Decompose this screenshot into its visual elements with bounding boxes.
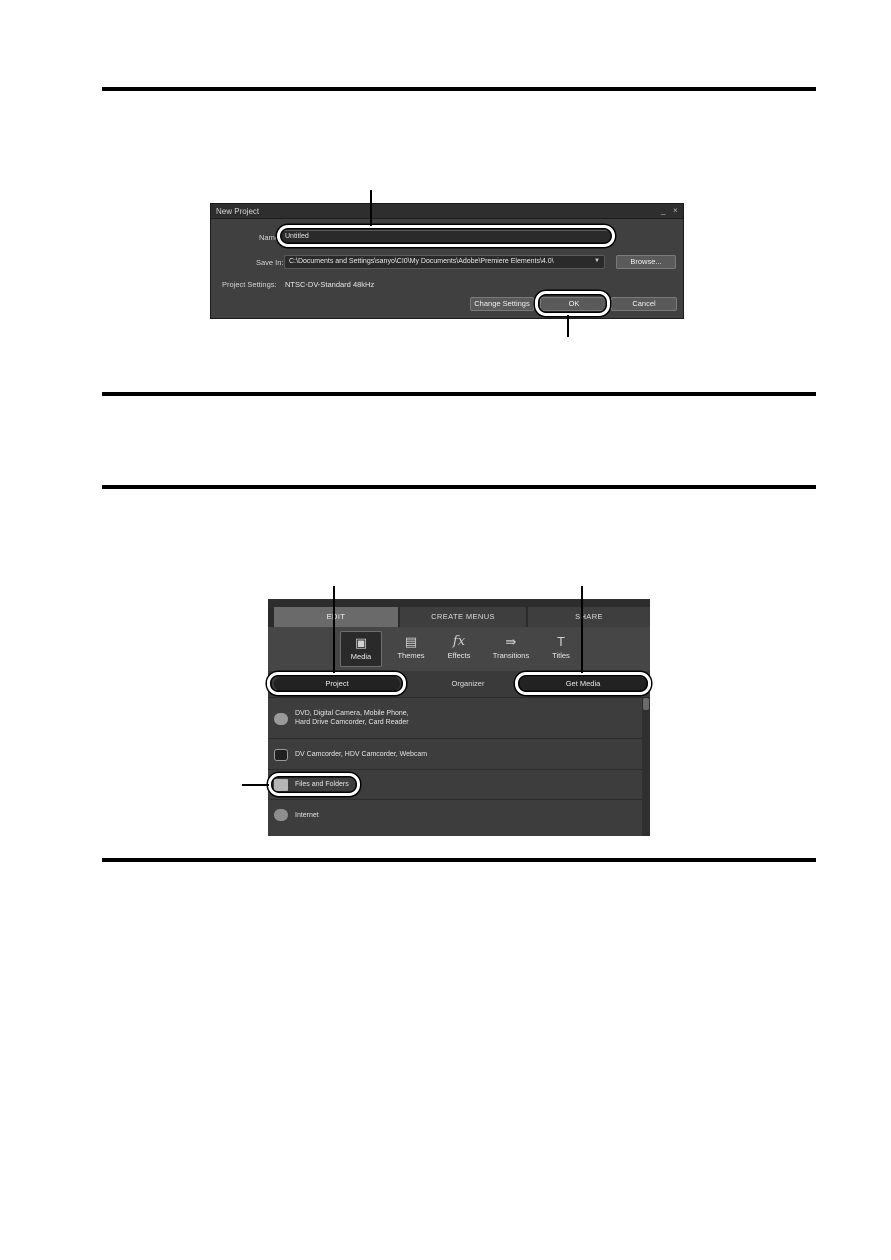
list-item-dvd-camera[interactable]: DVD, Digital Camera, Mobile Phone, Hard … (268, 698, 642, 739)
list-item-line1: DVD, Digital Camera, Mobile Phone, (295, 710, 409, 717)
project-settings-value: NTSC-DV-Standard 48kHz (285, 280, 375, 289)
ok-button-callout (535, 291, 610, 316)
tab-create-menus[interactable]: CREATE MENUS (400, 607, 526, 627)
close-icon[interactable]: × (673, 206, 678, 216)
dvd-camera-icon (274, 713, 288, 725)
save-in-value: C:\Documents and Settings\sanyo\CI0\My D… (289, 258, 554, 265)
transitions-label: Transitions (492, 651, 530, 660)
files-folders-callout (268, 773, 360, 796)
tab-organizer[interactable]: Organizer (423, 677, 513, 691)
section-rule-4 (102, 858, 816, 862)
cancel-button[interactable]: Cancel (611, 297, 677, 311)
themes-button[interactable]: ▤ Themes (390, 631, 432, 667)
list-scrollbar[interactable] (642, 698, 650, 836)
tab-share[interactable]: SHARE (528, 607, 650, 627)
change-settings-button[interactable]: Change Settings (470, 297, 534, 311)
files-callout-leader (242, 784, 269, 786)
name-callout-leader (370, 190, 372, 226)
section-rule-2 (102, 392, 816, 396)
transitions-button[interactable]: ⇛ Transitions (488, 631, 534, 667)
panel-top-band (268, 599, 650, 607)
themes-icon: ▤ (404, 634, 418, 649)
organizer-panel: EDIT CREATE MENUS SHARE ▣ Media ▤ Themes… (268, 599, 650, 836)
effects-button[interactable]: fx Effects (438, 631, 480, 667)
list-item-internet[interactable]: Internet (268, 800, 642, 831)
list-item-line1: DV Camcorder, HDV Camcorder, Webcam (295, 751, 428, 758)
titles-icon: T (557, 634, 565, 649)
media-button[interactable]: ▣ Media (340, 631, 382, 667)
get-media-list: DVD, Digital Camera, Mobile Phone, Hard … (268, 698, 642, 836)
section-rule-1 (102, 87, 816, 91)
project-tab-callout (267, 672, 406, 695)
effects-label: Effects (447, 651, 471, 660)
camcorder-icon (274, 749, 288, 761)
get-media-tab-callout (515, 672, 651, 695)
minimize-icon[interactable]: _ (661, 206, 665, 216)
titles-label: Titles (552, 651, 570, 660)
save-in-label: Save In: (256, 258, 284, 267)
project-settings-label: Project Settings: (222, 280, 277, 289)
dialog-titlebar: New Project _ × (211, 204, 683, 219)
list-item-line2: Hard Drive Camcorder, Card Reader (295, 719, 409, 726)
save-in-select[interactable]: C:\Documents and Settings\sanyo\CI0\My D… (284, 255, 605, 269)
effects-icon: fx (452, 634, 466, 649)
get-media-callout-leader (581, 586, 583, 673)
dialog-title: New Project (216, 207, 260, 216)
transitions-icon: ⇛ (505, 634, 517, 649)
name-field-callout (277, 225, 615, 247)
scrollbar-thumb[interactable] (643, 698, 649, 710)
tab-edit[interactable]: EDIT (274, 607, 398, 627)
chevron-down-icon: ▼ (594, 258, 600, 264)
titles-button[interactable]: T Titles (540, 631, 582, 667)
browse-button[interactable]: Browse... (616, 255, 676, 269)
main-tabs: EDIT CREATE MENUS SHARE (268, 607, 650, 627)
project-callout-leader (333, 586, 335, 673)
new-project-dialog: New Project _ × Name: Untitled Save In: … (210, 203, 684, 319)
themes-label: Themes (397, 651, 425, 660)
media-label: Media (350, 652, 372, 661)
globe-icon (274, 809, 288, 821)
list-item-camcorder[interactable]: DV Camcorder, HDV Camcorder, Webcam (268, 739, 642, 770)
list-item-line1: Internet (295, 812, 319, 819)
ok-callout-leader (567, 315, 569, 337)
tool-row: ▣ Media ▤ Themes fx Effects ⇛ Transition… (268, 627, 650, 671)
section-rule-3 (102, 485, 816, 489)
media-icon: ▣ (354, 635, 368, 650)
